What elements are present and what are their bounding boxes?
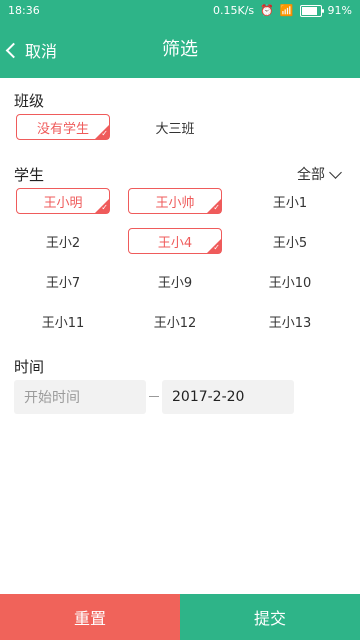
all-students-label: 全部 [297,167,325,183]
student-section-label: 学生 [14,166,45,184]
student-chip-label: 王小11 [41,315,85,331]
student-chip-label: 王小2 [45,235,81,251]
student-chip-label: 王小12 [153,315,197,331]
start-time-placeholder: 开始时间 [24,390,80,406]
class-chip-label: 没有学生 [36,121,89,137]
submit-label: 提交 [253,609,286,628]
student-chip-label: 王小明 [43,195,83,211]
end-time-field[interactable]: 2017-2-20 [162,380,294,414]
page-title: 筛选 [162,39,198,60]
student-chip-11[interactable]: 王小13 [243,308,337,334]
student-chip-1[interactable]: 王小帅 ✓ [128,188,222,214]
check-icon: ✓ [213,203,220,212]
student-chip-8[interactable]: 王小10 [243,268,337,294]
class-section-label: 班级 [14,92,45,110]
battery-percent: 91% [327,4,352,17]
time-section-label: 时间 [14,358,45,376]
date-range-dash [149,396,159,397]
student-chip-3[interactable]: 王小2 [16,228,110,254]
end-time-value: 2017-2-20 [172,389,245,405]
class-chip-label: 大三班 [155,121,195,137]
check-icon: ✓ [101,203,108,212]
battery-fill [301,6,317,15]
student-chip-6[interactable]: 王小7 [16,268,110,294]
status-right: 0.15K/s ⏰ 📶 91% [213,4,352,17]
class-chip-1[interactable]: 大三班 [128,114,222,140]
app-bar: 取消 筛选 [0,22,360,78]
alarm-icon: ⏰ [260,4,274,17]
student-chip-7[interactable]: 王小9 [128,268,222,294]
submit-button[interactable]: 提交 [180,594,360,640]
check-icon: ✓ [213,243,220,252]
network-speed: 0.15K/s [212,4,255,17]
student-chip-10[interactable]: 王小12 [128,308,222,334]
student-chip-9[interactable]: 王小11 [16,308,110,334]
status-time: 18:36 [8,4,40,17]
student-chip-5[interactable]: 王小5 [243,228,337,254]
battery-icon [299,4,324,17]
start-time-field[interactable]: 开始时间 [14,380,146,414]
student-chip-2[interactable]: 王小1 [243,188,337,214]
student-chip-label: 王小帅 [155,195,195,211]
student-chip-label: 王小10 [268,275,312,291]
status-bar: 18:36 0.15K/s ⏰ 📶 91% [0,0,360,22]
reset-label: 重置 [73,609,106,628]
chevron-down-icon [329,165,342,179]
student-chip-label: 王小13 [268,315,312,331]
class-chip-0[interactable]: 没有学生 ✓ [16,114,110,140]
student-chip-label: 王小1 [272,195,308,211]
wifi-icon: 📶 [279,4,294,17]
check-icon: ✓ [101,129,108,138]
student-chip-label: 王小7 [45,275,81,291]
student-chip-label: 王小9 [157,275,193,291]
student-chip-0[interactable]: 王小明 ✓ [16,188,110,214]
student-chip-label: 王小5 [272,235,308,251]
student-chip-label: 王小4 [157,235,193,251]
student-chip-4[interactable]: 王小4 ✓ [128,228,222,254]
footer-actions: 重置 提交 [0,594,360,640]
reset-button[interactable]: 重置 [0,594,180,640]
all-students-toggle[interactable]: 全部 [297,164,342,184]
